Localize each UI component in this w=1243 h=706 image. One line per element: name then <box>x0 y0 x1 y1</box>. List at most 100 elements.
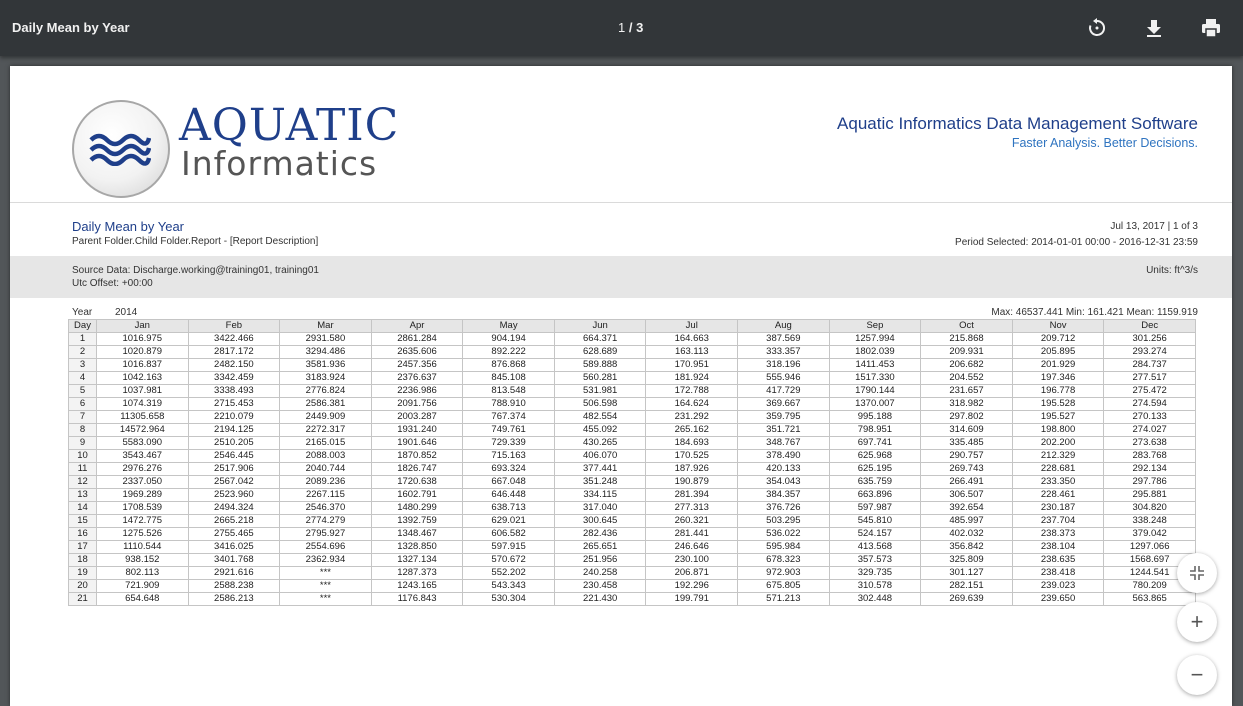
value-cell: 1016.975 <box>96 332 189 346</box>
value-cell: 306.507 <box>920 488 1013 502</box>
value-cell: 938.152 <box>96 553 189 567</box>
value-cell: 376.726 <box>737 501 830 515</box>
value-cell: 2795.927 <box>279 527 372 541</box>
value-cell: 2165.015 <box>279 436 372 450</box>
value-cell: 1297.066 <box>1103 540 1196 554</box>
rotate-button[interactable] <box>1083 14 1111 42</box>
value-cell: 2337.050 <box>96 475 189 489</box>
day-cell: 2 <box>68 345 97 359</box>
day-cell: 1 <box>68 332 97 346</box>
table-row: 3 1016.837 2482.150 3581.936 2457.356 876.868… <box>68 358 1196 372</box>
value-cell: 2755.465 <box>187 527 281 541</box>
value-cell: 293.274 <box>1103 345 1196 359</box>
day-cell: 13 <box>68 488 97 502</box>
value-cell: 274.594 <box>1103 397 1196 411</box>
report-subtitle: Parent Folder.Child Folder.Report - [Rep… <box>72 236 319 247</box>
value-cell: 628.689 <box>553 345 647 359</box>
table-row: 4 1042.163 3342.459 3183.924 2376.637 845.108… <box>68 371 1196 385</box>
day-cell: 5 <box>68 384 97 398</box>
value-cell: 277.313 <box>645 501 739 515</box>
value-cell: 5583.090 <box>96 436 189 450</box>
fit-page-button[interactable] <box>1177 553 1217 593</box>
value-cell: 715.163 <box>462 449 555 463</box>
value-cell: 209.931 <box>920 345 1013 359</box>
value-cell: 351.721 <box>737 423 830 437</box>
value-cell: 317.040 <box>553 501 647 515</box>
value-cell: 2457.356 <box>370 358 464 372</box>
value-cell: 198.800 <box>1011 423 1105 437</box>
column-header: Feb <box>187 319 281 333</box>
value-cell: 277.517 <box>1103 371 1196 385</box>
value-cell: 3183.924 <box>279 371 372 385</box>
column-header: Mar <box>279 319 372 333</box>
value-cell: 406.070 <box>553 449 647 463</box>
table-row: 13 1969.289 2523.960 2267.115 1602.791 646.44… <box>68 488 1196 502</box>
value-cell: 1411.453 <box>828 358 922 372</box>
value-cell: 2586.381 <box>279 397 372 411</box>
value-cell: 1257.994 <box>828 332 922 346</box>
value-cell: 282.151 <box>920 579 1013 593</box>
units-label: Units: ft^3/s <box>1146 265 1198 276</box>
value-cell: 196.778 <box>1011 384 1105 398</box>
value-cell: 413.568 <box>828 540 922 554</box>
value-cell: 205.895 <box>1011 345 1105 359</box>
value-cell: 1348.467 <box>370 527 464 541</box>
value-cell: 2482.150 <box>187 358 281 372</box>
value-cell: 269.639 <box>920 592 1013 606</box>
day-cell: 17 <box>68 540 97 554</box>
print-button[interactable] <box>1197 14 1225 42</box>
table-row: 8 14572.964 2194.125 2272.317 1931.240 749.76… <box>68 423 1196 437</box>
value-cell: 265.651 <box>553 540 647 554</box>
value-cell: 430.265 <box>553 436 647 450</box>
zoom-in-button[interactable]: + <box>1177 602 1217 642</box>
value-cell: 292.134 <box>1103 462 1196 476</box>
column-header: Oct <box>920 319 1013 333</box>
company-name: Aquatic Informatics Data Management Soft… <box>837 114 1198 133</box>
download-button[interactable] <box>1140 14 1168 42</box>
value-cell: 571.213 <box>737 592 830 606</box>
column-header: Day <box>68 319 97 333</box>
value-cell: 1176.843 <box>370 592 464 606</box>
value-cell: 377.441 <box>553 462 647 476</box>
value-cell: 536.022 <box>737 527 830 541</box>
column-header: Dec <box>1103 319 1196 333</box>
value-cell: 282.436 <box>553 527 647 541</box>
value-cell: 2376.637 <box>370 371 464 385</box>
value-cell: 197.346 <box>1011 371 1105 385</box>
value-cell: 172.788 <box>645 384 739 398</box>
company-header: Aquatic Informatics Data Management Soft… <box>837 114 1198 150</box>
company-tagline: Faster Analysis. Better Decisions. <box>1011 136 1198 150</box>
value-cell: 231.292 <box>645 410 739 424</box>
value-cell: 678.323 <box>737 553 830 567</box>
value-cell: 530.304 <box>462 592 555 606</box>
value-cell: 654.648 <box>96 592 189 606</box>
table-row: 11 2976.276 2517.906 2040.744 1826.747 693.32… <box>68 462 1196 476</box>
value-cell: 2523.960 <box>187 488 281 502</box>
value-cell: 845.108 <box>462 371 555 385</box>
value-cell: 215.868 <box>920 332 1013 346</box>
value-cell: 251.956 <box>553 553 647 567</box>
value-cell: 195.528 <box>1011 397 1105 411</box>
value-cell: 420.133 <box>737 462 830 476</box>
value-cell: 266.491 <box>920 475 1013 489</box>
value-cell: 297.802 <box>920 410 1013 424</box>
value-cell: 164.624 <box>645 397 739 411</box>
value-cell: 2774.279 <box>279 514 372 528</box>
value-cell: 240.258 <box>553 566 647 580</box>
value-cell: 318.196 <box>737 358 830 372</box>
zoom-out-button[interactable]: − <box>1177 655 1217 695</box>
value-cell: 273.638 <box>1103 436 1196 450</box>
page-indicator: 1 / 3 <box>618 20 643 35</box>
daily-mean-table: Day Jan Feb Mar Apr May Jun Jul Aug Sep Oct Nov Dec … <box>68 319 1196 606</box>
value-cell: 721.909 <box>96 579 189 593</box>
value-cell: 170.951 <box>645 358 739 372</box>
value-cell: 675.805 <box>737 579 830 593</box>
current-page[interactable]: 1 <box>618 20 625 35</box>
value-cell: 334.115 <box>553 488 647 502</box>
value-cell: 485.997 <box>920 514 1013 528</box>
value-cell: 506.598 <box>553 397 647 411</box>
value-cell: 813.548 <box>462 384 555 398</box>
value-cell: 351.248 <box>553 475 647 489</box>
value-cell: 597.987 <box>828 501 922 515</box>
source-band <box>10 256 1232 298</box>
